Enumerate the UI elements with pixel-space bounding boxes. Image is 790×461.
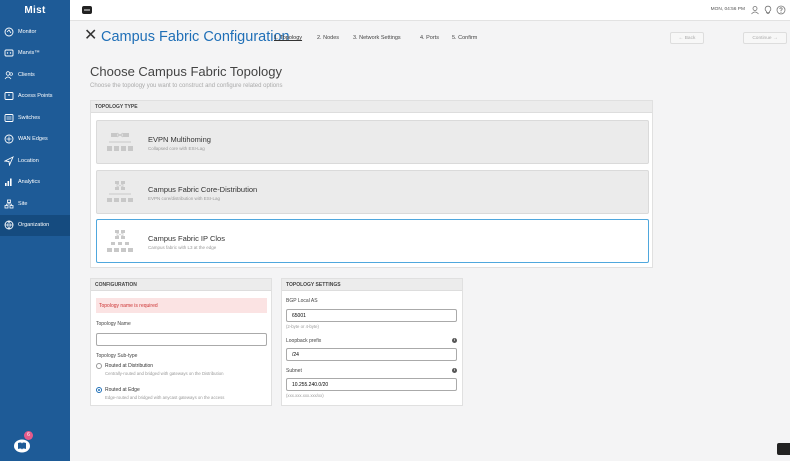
main-subheading: Choose the topology you want to construc…	[90, 83, 283, 89]
topology-type-title: TOPOLOGY TYPE	[91, 101, 652, 113]
sidebar-item-organization[interactable]: Organization	[0, 214, 70, 236]
help-book-button[interactable]: 6	[13, 431, 37, 453]
topology-name-input[interactable]	[96, 333, 267, 346]
help-badge: 6	[24, 431, 33, 440]
topology-option-desc: Campus fabric with L3 at the edge	[148, 245, 217, 250]
step-network-settings[interactable]: 3. Network Settings	[353, 35, 401, 41]
chat-widget-icon[interactable]	[777, 443, 790, 455]
topology-option-name: EVPN Multihoming	[148, 135, 211, 144]
topology-name-label: Topology Name	[96, 321, 131, 327]
org-switcher-icon[interactable]	[82, 6, 92, 14]
configuration-title: CONFIGURATION	[91, 279, 271, 291]
clients-icon	[4, 70, 14, 80]
subtype-radio-distribution[interactable]	[96, 363, 102, 369]
sidebar-item-monitor[interactable]: Monitor	[0, 21, 70, 43]
topology-option-desc: EVPN core/distribution with ESI-Lag	[148, 196, 221, 201]
bgp-local-as-input[interactable]	[286, 309, 457, 322]
sidebar-item-label: Access Points	[18, 93, 53, 100]
subtype-radio-desc: Edge-routed and bridged with anycast gat…	[105, 395, 225, 400]
access-point-icon	[4, 91, 14, 101]
topology-option-name: Campus Fabric IP Clos	[148, 234, 225, 243]
sidebar-item-wan-edges[interactable]: WAN Edges	[0, 129, 70, 151]
top-bar: MON, 04:56 PM	[70, 0, 790, 21]
topology-option-ip-clos[interactable]: Campus Fabric IP Clos Campus fabric with…	[96, 219, 649, 263]
organization-icon	[4, 220, 14, 230]
sidebar-item-label: Switches	[18, 114, 41, 121]
subtype-radio-edge[interactable]	[96, 387, 102, 393]
sidebar-item-label: Analytics	[18, 179, 41, 186]
info-icon[interactable]: i	[452, 338, 457, 343]
mist-logo: Mist	[24, 5, 46, 16]
subtype-radio-label: Routed at Edge	[105, 387, 140, 393]
datetime: MON, 04:56 PM	[710, 7, 745, 12]
evpn-multihoming-icon	[105, 130, 135, 156]
title-row: ✕ Campus Fabric Configuration 1. Topolog…	[70, 25, 790, 52]
topology-option-core-distribution[interactable]: Campus Fabric Core-Distribution EVPN cor…	[96, 170, 649, 214]
main-heading: Choose Campus Fabric Topology	[90, 64, 282, 79]
sidebar-item-label: Location	[18, 157, 39, 164]
topology-settings-title: TOPOLOGY SETTINGS	[282, 279, 462, 291]
bgp-local-as-label: BGP Local AS	[286, 298, 318, 304]
user-icon[interactable]	[750, 5, 760, 15]
ip-clos-icon	[105, 229, 135, 255]
subtype-radio-desc: Centrally-routed and bridged with gatewa…	[105, 371, 224, 376]
sidebar-item-switches[interactable]: Switches	[0, 107, 70, 129]
sidebar-item-label: WAN Edges	[18, 136, 48, 143]
sidebar-item-clients[interactable]: Clients	[0, 64, 70, 86]
sidebar-item-access-points[interactable]: Access Points	[0, 86, 70, 108]
info-icon[interactable]: i	[452, 368, 457, 373]
step-ports[interactable]: 4. Ports	[420, 35, 439, 41]
close-icon[interactable]: ✕	[84, 28, 97, 44]
lightbulb-icon[interactable]	[763, 5, 773, 15]
sidebar-item-location[interactable]: Location	[0, 150, 70, 172]
step-topology[interactable]: 1. Topology	[274, 35, 302, 41]
switch-icon	[4, 113, 14, 123]
page-title: Campus Fabric Configuration	[101, 29, 290, 45]
help-icon[interactable]	[776, 5, 786, 15]
sidebar-item-analytics[interactable]: Analytics	[0, 172, 70, 194]
topology-settings-panel: TOPOLOGY SETTINGS BGP Local AS (2-byte o…	[281, 278, 463, 406]
step-nodes[interactable]: 2. Nodes	[317, 35, 339, 41]
subtype-radio-label: Routed at Distribution	[105, 363, 154, 369]
subnet-input[interactable]	[286, 378, 457, 391]
error-message: Topology name is required	[96, 298, 267, 313]
back-button[interactable]: ← Back	[670, 32, 704, 44]
sidebar-item-marvis[interactable]: Marvis™	[0, 43, 70, 65]
loopback-prefix-label: Loopback prefix	[286, 338, 322, 344]
sidebar-item-label: Clients	[18, 71, 35, 78]
site-icon	[4, 199, 14, 209]
subnet-label: Subnet	[286, 368, 302, 374]
subnet-hint: (xxx.xxx.xxx.xxx/xx)	[286, 393, 324, 398]
analytics-icon	[4, 177, 14, 187]
topology-type-panel: TOPOLOGY TYPE EVPN Multihoming Collapsed…	[90, 100, 653, 268]
wan-edge-icon	[4, 134, 14, 144]
loopback-prefix-input[interactable]	[286, 348, 457, 361]
topology-option-evpn-multihoming[interactable]: EVPN Multihoming Collapsed core with ESI…	[96, 120, 649, 164]
continue-button[interactable]: Continue →	[743, 32, 787, 44]
sidebar: Mist Monitor Marvis™ Clients Access Poin…	[0, 0, 70, 461]
marvis-icon	[4, 48, 14, 58]
step-confirm[interactable]: 5. Confirm	[452, 35, 477, 41]
bgp-hint: (2-byte or 4-byte)	[286, 324, 319, 329]
sidebar-item-site[interactable]: Site	[0, 193, 70, 215]
core-distribution-icon	[105, 180, 135, 206]
sidebar-item-label: Organization	[18, 222, 50, 229]
sidebar-item-label: Monitor	[18, 28, 37, 35]
sidebar-item-label: Marvis™	[18, 50, 40, 57]
location-icon	[4, 155, 14, 166]
topology-subtype-label: Topology Sub-type	[96, 353, 138, 359]
topology-option-desc: Collapsed core with ESI-Lag	[148, 146, 205, 151]
monitor-icon	[4, 27, 14, 37]
sidebar-item-label: Site	[18, 200, 28, 207]
configuration-panel: CONFIGURATION Topology name is required …	[90, 278, 272, 406]
topology-option-name: Campus Fabric Core-Distribution	[148, 185, 258, 194]
